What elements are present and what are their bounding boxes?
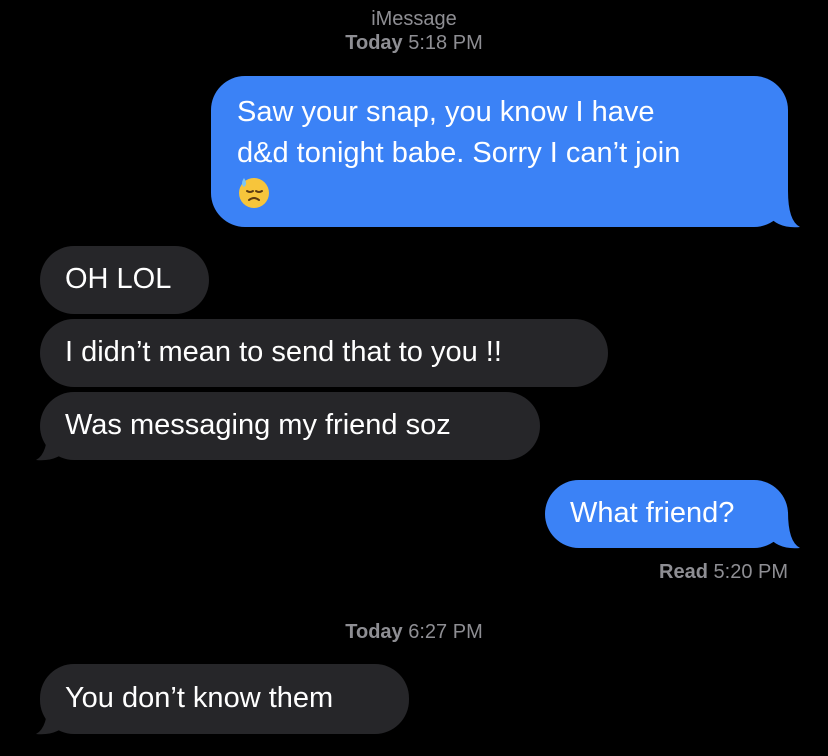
- message-bubble-sent[interactable]: Saw your snap, you know I have d&d tonig…: [211, 76, 788, 227]
- message-text-line: d&d tonight babe. Sorry I can’t join: [237, 137, 681, 169]
- message-text-line: Saw your snap, you know I have: [237, 96, 655, 128]
- timestamp-day: Today: [345, 621, 403, 643]
- read-label: Read: [659, 561, 708, 583]
- message-text: OH LOL: [65, 263, 172, 295]
- message-bubble-received[interactable]: OH LOL: [40, 246, 209, 314]
- timestamp-header: Today 5:18 PM: [0, 31, 828, 55]
- message-text: You don’t know them: [65, 682, 334, 714]
- timestamp-day: Today: [345, 32, 403, 54]
- timestamp-separator: Today 6:27 PM: [0, 620, 828, 644]
- message-text: Was messaging my friend soz: [65, 409, 451, 441]
- downcast-sweat-face-icon: [239, 178, 269, 208]
- read-time: 5:20 PM: [713, 561, 788, 583]
- message-bubble-sent[interactable]: What friend?: [545, 480, 788, 548]
- message-bubble-received[interactable]: You don’t know them: [40, 664, 409, 734]
- service-label: iMessage: [371, 8, 457, 30]
- bubble-tail-received: [36, 424, 68, 461]
- message-text: What friend?: [570, 497, 735, 529]
- conversation-header: iMessage Today 5:18 PM: [0, 7, 828, 55]
- bubble-tail-sent: [768, 512, 800, 549]
- message-bubble-received[interactable]: Was messaging my friend soz: [40, 392, 540, 460]
- bubble-tail-received: [36, 698, 68, 735]
- message-text: I didn’t mean to send that to you !!: [65, 336, 502, 368]
- emoji-container: [237, 174, 788, 215]
- message-bubble-received[interactable]: I didn’t mean to send that to you !!: [40, 319, 608, 387]
- timestamp-time: 6:27 PM: [408, 621, 483, 643]
- read-receipt: Read 5:20 PM: [659, 560, 788, 584]
- bubble-tail-sent: [768, 191, 800, 228]
- timestamp-time: 5:18 PM: [408, 32, 483, 54]
